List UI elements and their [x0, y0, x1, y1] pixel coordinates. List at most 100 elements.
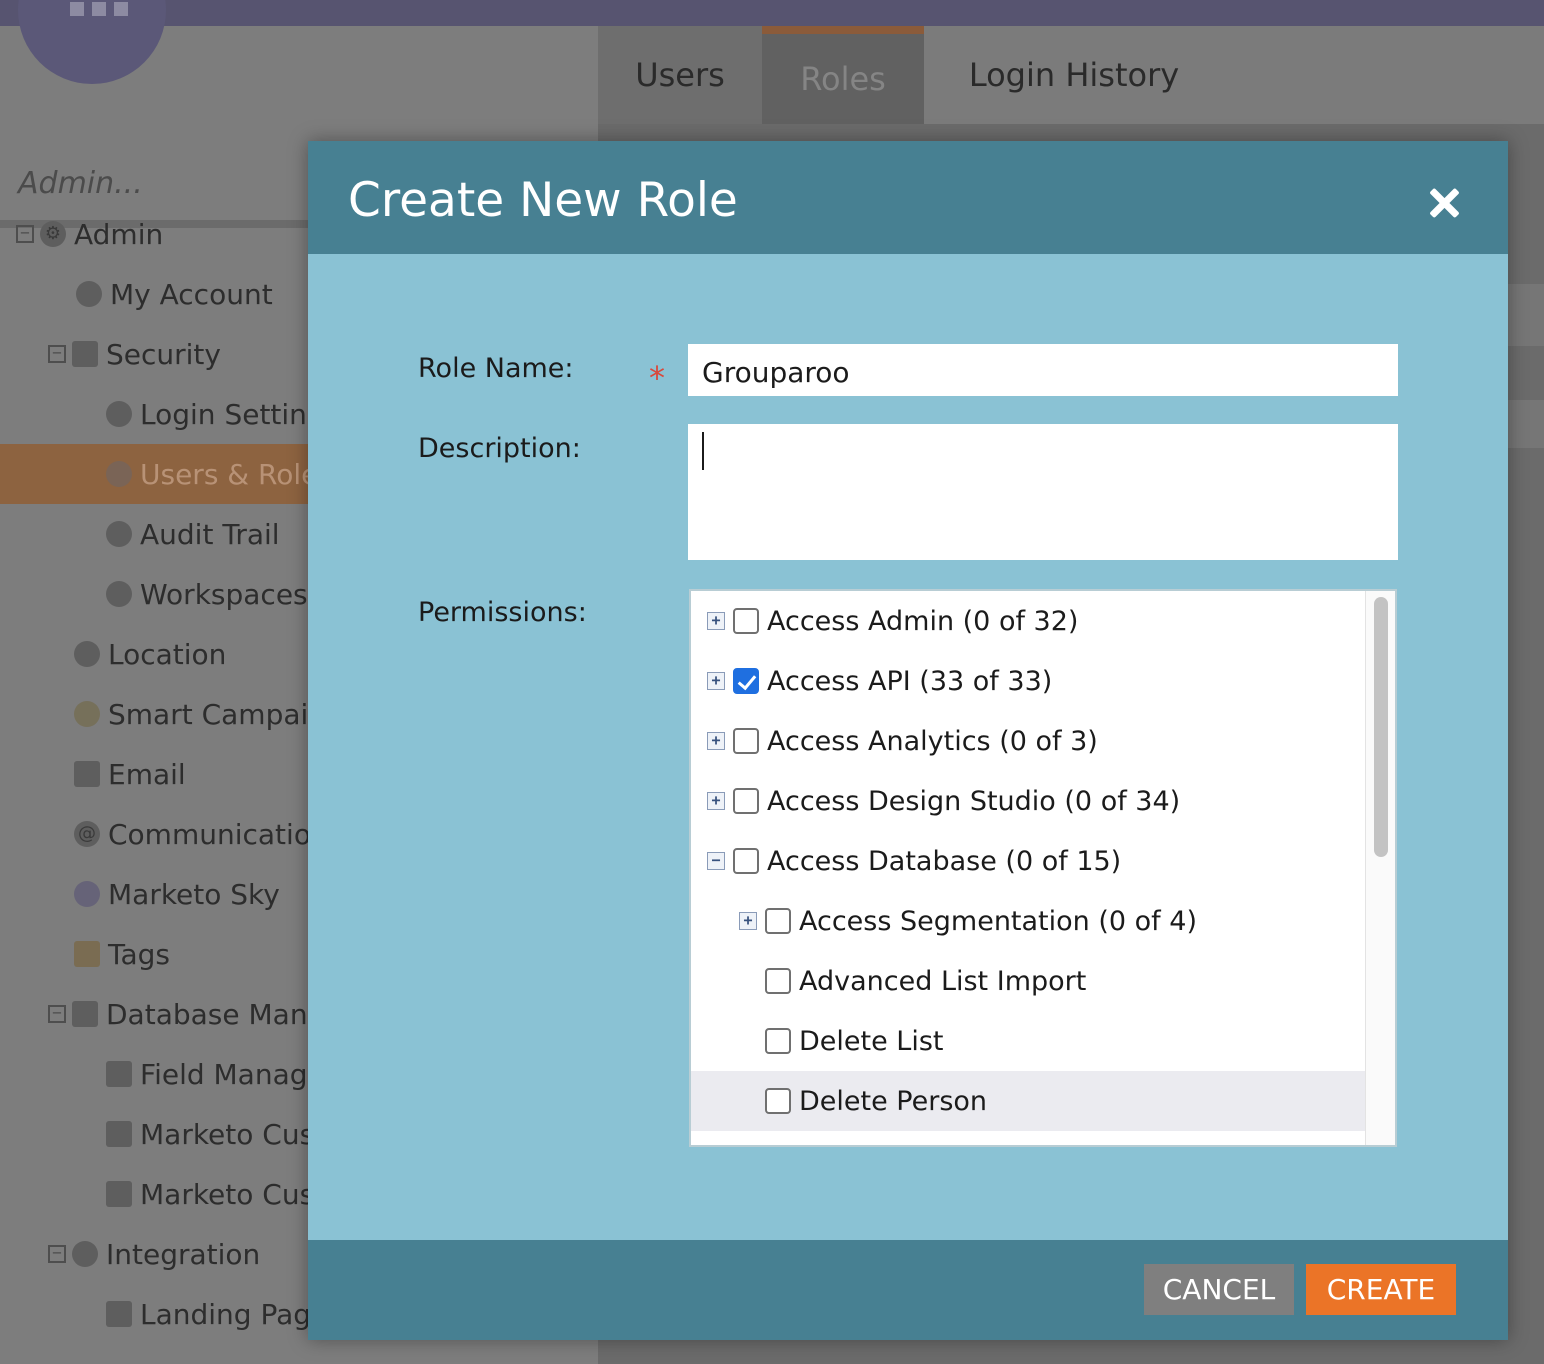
lightbulb-icon — [74, 701, 100, 727]
globe-icon — [106, 581, 132, 607]
permission-access-api[interactable]: + Access API (33 of 33) — [691, 651, 1367, 711]
permission-label: Access API (33 of 33) — [767, 665, 1053, 697]
tab-users[interactable]: Users — [598, 26, 762, 124]
permission-checkbox-checked[interactable] — [733, 668, 759, 694]
sidebar-item-location[interactable]: Location — [74, 624, 226, 684]
permission-checkbox[interactable] — [765, 908, 791, 934]
permissions-tree[interactable]: + Access Admin (0 of 32) + Access API (3… — [689, 589, 1397, 1147]
admin-search-placeholder: Admin... — [18, 166, 143, 201]
key-icon — [106, 401, 132, 427]
collapse-icon[interactable]: − — [48, 1005, 66, 1023]
sidebar-item-label: Security — [106, 337, 221, 371]
sidebar-item-audit-trail[interactable]: Audit Trail — [106, 504, 280, 564]
create-button[interactable]: CREATE — [1306, 1264, 1456, 1315]
user-icon — [76, 281, 102, 307]
sidebar-item-label: Users & Roles — [140, 457, 333, 491]
cloud-icon — [72, 1241, 98, 1267]
admin-tabs: Users Roles Login History — [598, 26, 1544, 124]
permission-advanced-list-import[interactable]: Advanced List Import — [691, 951, 1367, 1011]
sidebar-item-marketo-sky[interactable]: Marketo Sky — [74, 864, 280, 924]
sidebar-item-workspaces[interactable]: Workspaces — [106, 564, 308, 624]
cancel-button[interactable]: CANCEL — [1144, 1264, 1294, 1315]
email-icon — [74, 761, 100, 787]
required-marker: * — [649, 359, 665, 397]
sidebar-item-admin[interactable]: − ⚙ Admin — [16, 204, 163, 264]
sidebar-item-communication[interactable]: @ Communication — [74, 804, 329, 864]
sidebar-item-label: Communication — [108, 817, 329, 851]
description-textarea[interactable] — [688, 424, 1398, 560]
permission-access-database[interactable]: − Access Database (0 of 15) — [691, 831, 1367, 891]
grid-icon — [106, 1181, 132, 1207]
lock-icon — [72, 341, 98, 367]
scrollbar-thumb[interactable] — [1374, 597, 1388, 857]
dialog-header: Create New Role — [308, 141, 1508, 254]
top-bar — [0, 0, 1544, 26]
bird-icon — [74, 881, 100, 907]
close-icon[interactable] — [1426, 185, 1462, 221]
permission-label: Access Design Studio (0 of 34) — [767, 785, 1181, 817]
permissions-label: Permissions: — [418, 597, 587, 628]
permission-access-design-studio[interactable]: + Access Design Studio (0 of 34) — [691, 771, 1367, 831]
permission-label: Delete Person — [799, 1085, 988, 1117]
text-caret — [702, 432, 704, 470]
permission-label: Access Database (0 of 15) — [767, 845, 1122, 877]
permission-checkbox[interactable] — [733, 728, 759, 754]
collapse-icon[interactable]: − — [16, 225, 34, 243]
description-label: Description: — [418, 433, 581, 464]
permission-label: Access Admin (0 of 32) — [767, 605, 1079, 637]
permissions-scrollbar[interactable] — [1365, 591, 1395, 1145]
permission-checkbox[interactable] — [765, 968, 791, 994]
permission-access-admin[interactable]: + Access Admin (0 of 32) — [691, 591, 1367, 651]
collapse-icon[interactable]: − — [48, 1245, 66, 1263]
expand-icon[interactable]: + — [739, 912, 757, 930]
at-icon: @ — [74, 821, 100, 847]
collapse-icon[interactable]: − — [707, 852, 725, 870]
permission-access-segmentation[interactable]: + Access Segmentation (0 of 4) — [691, 891, 1367, 951]
dialog-footer: CANCEL CREATE — [308, 1240, 1508, 1340]
sidebar-item-email[interactable]: Email — [74, 744, 186, 804]
audit-icon — [106, 521, 132, 547]
users-icon — [106, 461, 132, 487]
dialog-title: Create New Role — [348, 173, 738, 228]
sidebar-item-label: Integration — [106, 1237, 261, 1271]
sidebar-item-label: Email — [108, 757, 186, 791]
permission-checkbox[interactable] — [765, 1028, 791, 1054]
permission-delete-list[interactable]: Delete List — [691, 1011, 1367, 1071]
sidebar-item-label: Workspaces — [140, 577, 308, 611]
sidebar-item-login-settings[interactable]: Login Settings — [106, 384, 339, 444]
database-icon — [106, 1061, 132, 1087]
collapse-icon[interactable]: − — [48, 345, 66, 363]
sidebar-item-label: Tags — [108, 937, 170, 971]
expand-icon[interactable]: + — [707, 792, 725, 810]
grid-icon — [106, 1121, 132, 1147]
table-row — [1506, 284, 1544, 346]
sidebar-item-smart-campaign[interactable]: Smart Campaign — [74, 684, 344, 744]
sidebar-item-security[interactable]: − Security — [48, 324, 221, 384]
sidebar-item-integration[interactable]: − Integration — [48, 1224, 260, 1284]
tab-roles[interactable]: Roles — [762, 26, 924, 124]
permission-checkbox[interactable] — [733, 788, 759, 814]
permission-checkbox[interactable] — [733, 848, 759, 874]
page-icon — [106, 1301, 132, 1327]
expand-icon[interactable]: + — [707, 732, 725, 750]
permission-access-analytics[interactable]: + Access Analytics (0 of 3) — [691, 711, 1367, 771]
expand-icon[interactable]: + — [707, 612, 725, 630]
tab-login-history[interactable]: Login History — [924, 26, 1224, 124]
sidebar-item-label: Location — [108, 637, 227, 671]
database-icon — [72, 1001, 98, 1027]
sidebar-item-my-account[interactable]: My Account — [76, 264, 273, 324]
permission-label: Access Analytics (0 of 3) — [767, 725, 1098, 757]
expand-icon[interactable]: + — [707, 672, 725, 690]
permission-checkbox[interactable] — [733, 608, 759, 634]
location-icon — [74, 641, 100, 667]
sidebar-item-label: Marketo Sky — [108, 877, 280, 911]
role-name-input[interactable]: Grouparoo — [688, 344, 1398, 396]
permission-delete-person[interactable]: Delete Person — [691, 1071, 1367, 1131]
permission-checkbox[interactable] — [765, 1088, 791, 1114]
permission-label: Advanced List Import — [799, 965, 1087, 997]
table-row — [1506, 400, 1544, 448]
sidebar-item-tags[interactable]: Tags — [74, 924, 170, 984]
